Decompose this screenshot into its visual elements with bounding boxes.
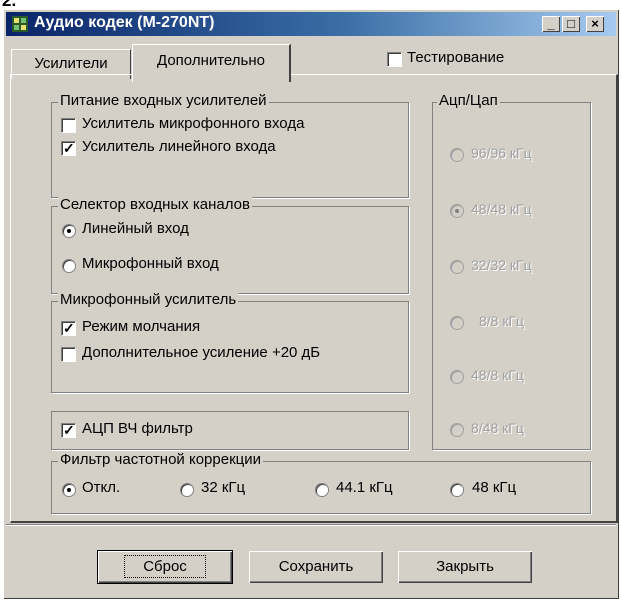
- close-button[interactable]: Закрыть: [398, 551, 532, 583]
- group-title: Фильтр частотной коррекции: [58, 451, 263, 468]
- mute-mode-checkbox[interactable]: ✓: [61, 320, 76, 336]
- radio-label[interactable]: 48 кГц: [472, 479, 516, 496]
- tab-panel: Питание входных усилителей Усилитель мик…: [10, 74, 618, 523]
- checkbox-label[interactable]: Режим молчания: [82, 318, 200, 335]
- radio-label[interactable]: 8/8 кГц: [479, 313, 524, 329]
- checkbox-label[interactable]: Усилитель линейного входа: [82, 138, 276, 155]
- save-button[interactable]: Сохранить: [249, 551, 383, 583]
- testing-checkbox[interactable]: [387, 52, 402, 67]
- divider: [6, 524, 616, 525]
- radio-label[interactable]: 32 кГц: [201, 479, 245, 496]
- rate-48-48-radio[interactable]: [450, 204, 464, 218]
- rate-8-8-radio[interactable]: [450, 316, 464, 330]
- rate-8-48-radio[interactable]: [450, 423, 464, 437]
- rate-96-96-radio[interactable]: [450, 148, 464, 162]
- adc-hf-filter-checkbox[interactable]: ✓: [61, 422, 76, 438]
- eq-off-radio[interactable]: [62, 483, 76, 497]
- close-window-button[interactable]: ×: [586, 16, 604, 32]
- checkbox-label[interactable]: Усилитель микрофонного входа: [82, 115, 304, 132]
- mic-input-radio[interactable]: [62, 259, 76, 273]
- group-adc-dac: Ацп/Цап 96/96 кГц 48/48 кГц 32/32 кГц 8/…: [432, 92, 591, 450]
- line-amp-power-checkbox[interactable]: ✓: [61, 140, 76, 156]
- button-label: Закрыть: [436, 558, 494, 575]
- group-mic-amp: Микрофонный усилитель ✓ Режим молчания Д…: [51, 291, 409, 393]
- group-input-amp-power: Питание входных усилителей Усилитель мик…: [51, 92, 409, 198]
- radio-label[interactable]: 48/8 кГц: [471, 367, 524, 383]
- checkbox-label[interactable]: АЦП ВЧ фильтр: [82, 420, 193, 437]
- radio-label[interactable]: Микрофонный вход: [82, 255, 219, 272]
- eq-32khz-radio[interactable]: [180, 483, 194, 497]
- maximize-icon: □: [567, 16, 575, 31]
- mic-amp-power-checkbox[interactable]: [61, 118, 76, 133]
- extra-gain-checkbox[interactable]: [61, 347, 76, 362]
- button-label: Сохранить: [278, 558, 354, 575]
- group-title: Питание входных усилителей: [58, 92, 269, 109]
- check-icon: ✓: [63, 140, 75, 156]
- rate-48-8-radio[interactable]: [450, 370, 464, 384]
- eq-48khz-radio[interactable]: [450, 483, 464, 497]
- testing-label[interactable]: Тестирование: [407, 49, 504, 66]
- title-bar[interactable]: Аудио кодек (М-270NT) _ □ ×: [6, 12, 616, 36]
- radio-label[interactable]: 8/48 кГц: [471, 420, 524, 436]
- tab-additional[interactable]: Дополнительно: [132, 44, 291, 82]
- radio-label[interactable]: 48/48 кГц: [471, 201, 532, 217]
- rate-32-32-radio[interactable]: [450, 260, 464, 274]
- group-title: Ацп/Цап: [437, 92, 500, 109]
- group-title: Селектор входных каналов: [58, 196, 252, 213]
- app-icon: [12, 16, 28, 32]
- dialog-window: Аудио кодек (М-270NT) _ □ × Усилители До…: [3, 9, 619, 599]
- radio-dot: [67, 488, 71, 492]
- clipped-caption-fragment: 2.: [0, 0, 18, 8]
- group-adc-hf-filter: ✓ АЦП ВЧ фильтр: [51, 411, 409, 450]
- button-label: Сброс: [124, 555, 206, 578]
- minimize-icon: _: [547, 16, 555, 31]
- window-title: Аудио кодек (М-270NT): [34, 14, 215, 31]
- reset-button[interactable]: Сброс: [97, 550, 233, 584]
- radio-label[interactable]: 32/32 кГц: [471, 257, 532, 273]
- group-eq-filter: Фильтр частотной коррекции Откл. 32 кГц …: [51, 451, 591, 514]
- tab-label: Усилители: [34, 55, 108, 72]
- eq-44-1khz-radio[interactable]: [315, 483, 329, 497]
- checkbox-label[interactable]: Дополнительное усиление +20 дБ: [82, 344, 320, 361]
- radio-label[interactable]: Откл.: [82, 479, 120, 496]
- line-input-radio[interactable]: [62, 224, 76, 238]
- radio-dot: [455, 209, 459, 213]
- radio-label[interactable]: 44.1 кГц: [336, 479, 393, 496]
- radio-dot: [67, 229, 71, 233]
- maximize-button[interactable]: □: [562, 16, 580, 32]
- group-title: Микрофонный усилитель: [58, 291, 239, 308]
- group-input-selector: Селектор входных каналов Линейный вход М…: [51, 196, 409, 294]
- radio-label[interactable]: 96/96 кГц: [471, 145, 532, 161]
- radio-label[interactable]: Линейный вход: [82, 220, 189, 237]
- check-icon: ✓: [63, 422, 75, 438]
- minimize-button[interactable]: _: [542, 16, 560, 32]
- check-icon: ✓: [63, 320, 75, 336]
- close-icon: ×: [591, 16, 599, 31]
- tab-label: Дополнительно: [157, 52, 265, 69]
